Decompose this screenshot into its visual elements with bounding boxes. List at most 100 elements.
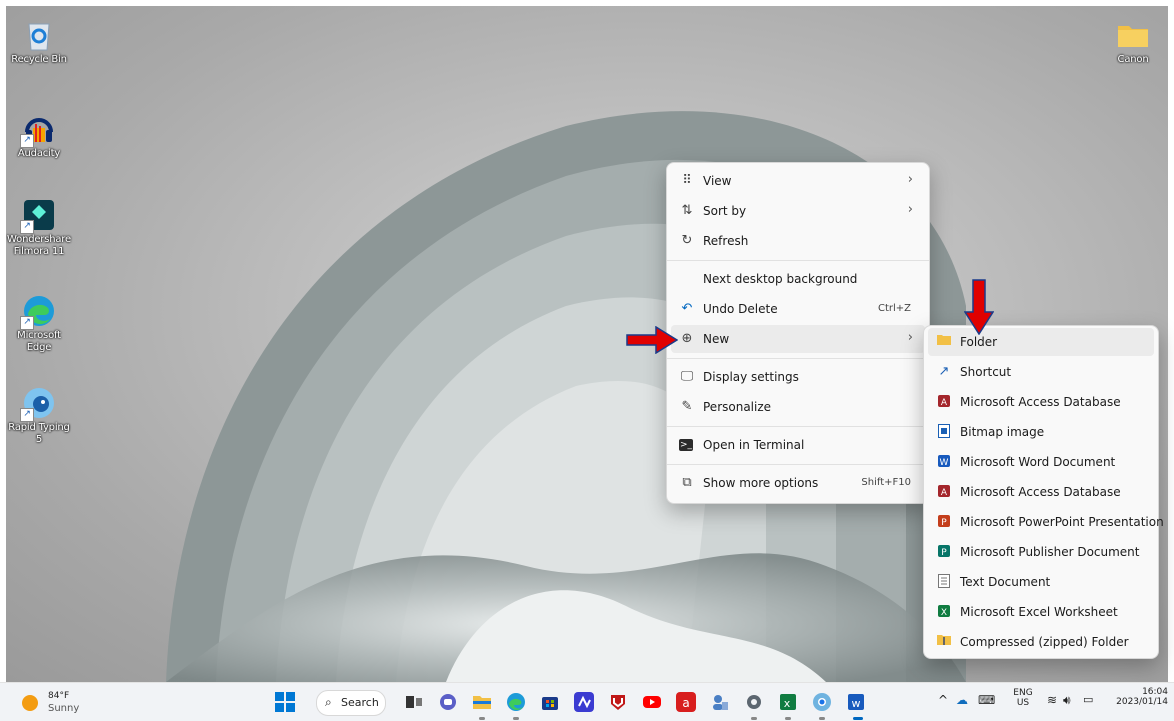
- taskbar-search[interactable]: ⌕ Search: [316, 690, 386, 716]
- zip-folder-icon: [936, 634, 952, 650]
- menu-item-undo-delete[interactable]: ↶ Undo Delete Ctrl+Z: [671, 295, 925, 323]
- clock[interactable]: 16:04 2023/01/14: [1108, 687, 1168, 707]
- weather-temp: 84°F: [48, 691, 70, 701]
- menu-item-open-terminal[interactable]: >_ Open in Terminal: [671, 431, 925, 459]
- shortcut-arrow-icon: ↗: [20, 408, 34, 422]
- submenu-item-folder[interactable]: Folder: [928, 328, 1154, 356]
- app-icon-red[interactable]: a: [676, 692, 696, 712]
- shortcut-icon: ↗: [938, 364, 950, 379]
- submenu-item-bitmap-image[interactable]: Bitmap image: [928, 418, 1154, 446]
- submenu-item-label: Microsoft Excel Worksheet: [960, 605, 1118, 619]
- menu-item-label: Refresh: [703, 234, 749, 248]
- file-explorer-icon[interactable]: [472, 692, 492, 712]
- desktop-icon-canon[interactable]: Canon: [1100, 18, 1166, 66]
- submenu-item-label: Microsoft Publisher Document: [960, 545, 1140, 559]
- menu-item-shortcut: Ctrl+Z: [877, 303, 911, 314]
- submenu-item-shortcut[interactable]: ↗ Shortcut: [928, 358, 1154, 386]
- submenu-item-zip-folder[interactable]: Compressed (zipped) Folder: [928, 628, 1154, 656]
- edge-taskbar-icon[interactable]: [506, 692, 526, 712]
- submenu-item-label: Microsoft Access Database: [960, 485, 1121, 499]
- chrome-icon[interactable]: [812, 692, 832, 712]
- store-icon[interactable]: [540, 692, 560, 712]
- youtube-icon[interactable]: [642, 692, 662, 712]
- task-view-icon[interactable]: [404, 692, 424, 712]
- weather-widget[interactable]: 84°F Sunny: [22, 690, 92, 716]
- excel-taskbar-icon[interactable]: x: [778, 692, 798, 712]
- search-label: Search: [341, 696, 379, 709]
- people-app-icon[interactable]: [710, 692, 730, 712]
- edge-icon: ↗: [20, 294, 56, 330]
- desktop-icon-label: Microsoft Edge: [17, 330, 61, 353]
- desktop-icon-filmora[interactable]: ↗ Wondershare Filmora 11: [6, 198, 72, 258]
- wifi-icon[interactable]: ≋: [1047, 693, 1057, 707]
- word-taskbar-icon[interactable]: w: [846, 692, 866, 712]
- desktop-icon-audacity[interactable]: ↗ Audacity: [6, 112, 72, 160]
- refresh-icon: ↻: [681, 233, 693, 248]
- submenu-item-label: Compressed (zipped) Folder: [960, 635, 1129, 649]
- menu-separator: [667, 426, 929, 427]
- desktop-icon-rapid-typing[interactable]: ↗ Rapid Typing 5: [6, 386, 72, 446]
- submenu-item-publisher[interactable]: P Microsoft Publisher Document: [928, 538, 1154, 566]
- new-submenu: Folder ↗ Shortcut A Microsoft Access Dat…: [923, 325, 1164, 659]
- desktop-icon-recycle-bin[interactable]: Recycle Bin: [6, 18, 72, 66]
- onedrive-icon[interactable]: ☁: [956, 693, 968, 707]
- text-document-icon: [936, 574, 952, 590]
- submenu-item-excel[interactable]: X Microsoft Excel Worksheet: [928, 598, 1154, 626]
- menu-item-label: Show more options: [703, 476, 819, 490]
- access-icon: A: [936, 484, 952, 500]
- desktop-context-menu: ⠿ View › ⇅ Sort by › ↻ Refresh Next desk…: [666, 162, 930, 504]
- submenu-item-powerpoint[interactable]: P Microsoft PowerPoint Presentation: [928, 508, 1164, 536]
- svg-text:P: P: [941, 548, 947, 558]
- app-icon-blue[interactable]: [574, 692, 594, 712]
- desktop-icon-label: Audacity: [17, 148, 61, 159]
- menu-item-next-background[interactable]: Next desktop background: [671, 265, 925, 293]
- battery-icon[interactable]: ▭: [1083, 693, 1093, 706]
- submenu-item-text-document[interactable]: Text Document: [928, 568, 1154, 596]
- desktop-icon-edge[interactable]: ↗ Microsoft Edge: [6, 294, 72, 354]
- submenu-item-access-database[interactable]: A Microsoft Access Database: [928, 388, 1154, 416]
- audacity-icon: ↗: [20, 112, 56, 148]
- submenu-item-access-database-2[interactable]: A Microsoft Access Database: [928, 478, 1154, 506]
- clock-time: 16:04: [1142, 687, 1168, 697]
- language-bottom: US: [1016, 698, 1030, 708]
- chat-icon[interactable]: [438, 692, 458, 712]
- submenu-item-label: Text Document: [960, 575, 1051, 589]
- menu-item-display-settings[interactable]: 🖵 Display settings: [671, 363, 925, 391]
- submenu-item-word-document[interactable]: W Microsoft Word Document: [928, 448, 1154, 476]
- settings-icon[interactable]: [744, 692, 764, 712]
- start-button[interactable]: [275, 692, 295, 712]
- language-indicator[interactable]: ENG US: [1010, 688, 1036, 708]
- menu-item-label: New: [703, 332, 730, 346]
- clock-date: 2023/01/14: [1116, 697, 1168, 707]
- menu-separator: [667, 358, 929, 359]
- more-options-icon: ⧉: [682, 475, 692, 490]
- menu-item-refresh[interactable]: ↻ Refresh: [671, 227, 925, 255]
- volume-icon[interactable]: 🔊︎: [1063, 693, 1071, 708]
- svg-text:W: W: [940, 458, 949, 468]
- powerpoint-icon: P: [936, 514, 952, 530]
- chevron-right-icon: ›: [907, 202, 913, 217]
- menu-item-show-more-options[interactable]: ⧉ Show more options Shift+F10: [671, 469, 925, 497]
- sort-icon: ⇅: [681, 203, 693, 218]
- menu-item-personalize[interactable]: ✎ Personalize: [671, 393, 925, 421]
- filmora-icon: ↗: [20, 198, 56, 234]
- menu-item-shortcut: Shift+F10: [861, 477, 911, 488]
- terminal-icon: >_: [679, 439, 693, 451]
- chevron-up-icon[interactable]: ^: [938, 693, 948, 707]
- submenu-item-label: Microsoft Access Database: [960, 395, 1121, 409]
- menu-item-sort-by[interactable]: ⇅ Sort by ›: [671, 197, 925, 225]
- submenu-item-label: Folder: [960, 335, 998, 349]
- plus-circle-icon: ⊕: [681, 331, 693, 346]
- keyboard-icon[interactable]: ⌨: [978, 693, 995, 707]
- mcafee-icon[interactable]: [608, 692, 628, 712]
- shortcut-arrow-icon: ↗: [20, 220, 34, 234]
- menu-item-new[interactable]: ⊕ New ›: [671, 325, 925, 353]
- desktop-icon-label: Rapid Typing 5: [8, 422, 70, 445]
- menu-item-label: Sort by: [703, 204, 747, 218]
- menu-item-label: Display settings: [703, 370, 799, 384]
- svg-text:w: w: [852, 697, 861, 710]
- menu-item-view[interactable]: ⠿ View ›: [671, 167, 925, 195]
- submenu-item-label: Bitmap image: [960, 425, 1045, 439]
- bitmap-icon: [936, 424, 952, 440]
- shortcut-arrow-icon: ↗: [20, 316, 34, 330]
